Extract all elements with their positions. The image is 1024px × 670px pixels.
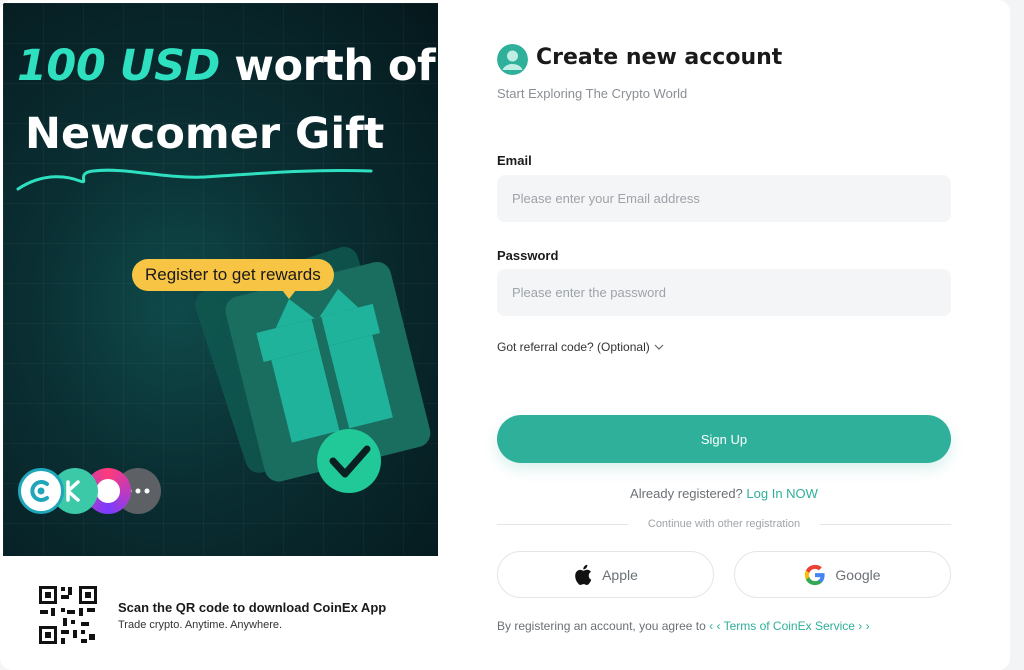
squiggle-decoration bbox=[16, 168, 373, 191]
terms-link[interactable]: ‹ ‹ Terms of CoinEx Service › › bbox=[709, 619, 869, 633]
terms-text: By registering an account, you agree to bbox=[497, 619, 706, 633]
divider-line-left bbox=[497, 523, 628, 525]
terms-notice: By registering an account, you agree to … bbox=[497, 619, 870, 633]
chevron-down-icon bbox=[654, 344, 664, 350]
reward-bubble: Register to get rewards bbox=[132, 259, 334, 299]
promo-headline-accent: 100 USD bbox=[17, 41, 220, 91]
already-registered: Already registered? Log In NOW bbox=[497, 486, 951, 501]
divider-text: Continue with other registration bbox=[647, 518, 801, 530]
password-label: Password bbox=[497, 248, 559, 263]
referral-label: Got referral code? (Optional) bbox=[497, 340, 650, 354]
app-icons-row bbox=[18, 468, 163, 518]
google-icon bbox=[805, 564, 826, 585]
brand-avatar-icon bbox=[497, 44, 528, 75]
qr-title: Scan the QR code to download CoinEx App bbox=[118, 600, 387, 615]
promo-headline-line2: Newcomer Gift bbox=[25, 109, 385, 159]
qr-code-icon bbox=[37, 584, 99, 646]
email-label: Email bbox=[497, 153, 532, 168]
register-card: 100 USD worth of Newcomer Gift Register … bbox=[0, 0, 1010, 670]
already-text: Already registered? bbox=[630, 486, 743, 501]
page-title: Create new account bbox=[536, 45, 783, 70]
sign-up-button[interactable]: Sign Up bbox=[497, 415, 951, 463]
promo-headline-rest: worth of bbox=[234, 41, 436, 91]
page-subtitle: Start Exploring The Crypto World bbox=[497, 86, 688, 101]
divider: Continue with other registration bbox=[497, 518, 951, 530]
google-signin-button[interactable]: Google bbox=[734, 551, 951, 598]
login-link[interactable]: Log In NOW bbox=[746, 486, 818, 501]
promo-banner: 100 USD worth of Newcomer Gift Register … bbox=[3, 3, 438, 556]
apple-label: Apple bbox=[602, 566, 638, 583]
apple-signin-button[interactable]: Apple bbox=[497, 551, 714, 598]
coinex-app-icon bbox=[18, 468, 64, 514]
apple-icon bbox=[575, 564, 592, 585]
referral-toggle[interactable]: Got referral code? (Optional) bbox=[497, 340, 664, 354]
qr-subtitle: Trade crypto. Anytime. Anywhere. bbox=[118, 619, 283, 631]
google-label: Google bbox=[835, 566, 881, 583]
promo-headline-line1: 100 USD worth of bbox=[17, 41, 436, 91]
divider-line-right bbox=[820, 523, 951, 525]
email-field[interactable] bbox=[497, 175, 951, 222]
password-field[interactable] bbox=[497, 269, 951, 316]
